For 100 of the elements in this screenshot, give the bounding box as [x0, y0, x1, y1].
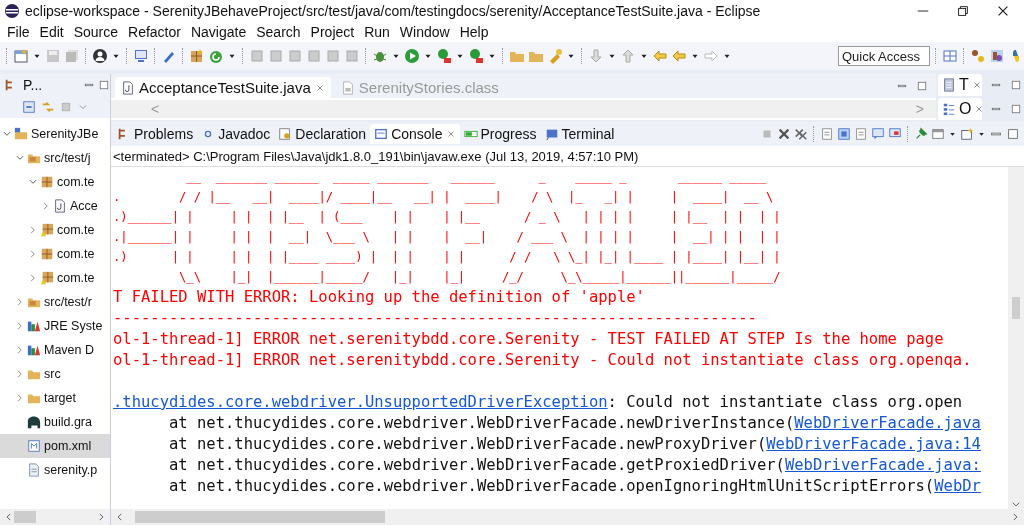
tree-item[interactable]: com.te: [0, 170, 110, 194]
class-file-icon: [340, 80, 355, 95]
tree-item[interactable]: Maven D: [0, 338, 110, 362]
tree-item[interactable]: SerenityJBe: [0, 122, 110, 146]
horizontal-scrollbar[interactable]: [0, 509, 110, 525]
ascii-art-line: __ _______ ______ _____ _______ ______ _ _____ _ ______ _____: [185, 169, 768, 186]
blank-square-icon[interactable]: [268, 48, 284, 64]
close-icon[interactable]: [996, 4, 1010, 18]
tree-item[interactable]: src/test/r: [0, 290, 110, 314]
package-icon[interactable]: [189, 48, 205, 64]
scroll-thumb[interactable]: [1012, 297, 1020, 319]
blank-square-icon[interactable]: [325, 48, 341, 64]
menu-item[interactable]: Source: [68, 24, 124, 40]
tree-item[interactable]: src/test/j: [0, 146, 110, 170]
vertical-scrollbar[interactable]: [1008, 167, 1024, 509]
tree-item[interactable]: pom.xml: [0, 434, 110, 458]
document-icon[interactable]: [820, 127, 834, 141]
console-line: at net.thucydides.core.webdriver.WebDriverFacade.getProxiedDriver(: [169, 456, 785, 474]
exception-link[interactable]: .thucydides.core.webdriver.UnsupportedDriverException: [113, 393, 608, 411]
view-tab[interactable]: Progress: [459, 124, 541, 144]
console-line: ol-1-thread-1] ERROR net.serenitybdd.core.Serenity - Could not instantiate class org.openqa.: [113, 350, 973, 371]
file-icon: [27, 463, 41, 477]
tab-close-icon[interactable]: [445, 129, 456, 139]
circle-square-icon[interactable]: [468, 48, 484, 64]
scroll-thumb[interactable]: [135, 511, 385, 523]
blank-square-icon[interactable]: [306, 48, 322, 64]
console-line: at net.thucydides.core.webdriver.WebDriverFacade.openIgnoringHtmlUnitScriptErrors(: [169, 477, 935, 495]
tree-item[interactable]: build.gra: [0, 410, 110, 434]
tree-item[interactable]: com.te: [0, 242, 110, 266]
window-title: eclipse-workspace - SerenityJBehaveProject/src/test/java/com/testingdocs/serenity/AcceptanceTestSuite.java - Eclipse: [25, 3, 762, 19]
console-line: : Could not instantiate class org.open: [607, 393, 963, 411]
new-window-icon[interactable]: [960, 127, 974, 141]
tree-item[interactable]: com.te: [0, 266, 110, 290]
scroll-left-icon[interactable]: [115, 512, 125, 522]
tab-close-icon[interactable]: [314, 82, 325, 93]
source-link[interactable]: WebDriverFacade.java: [794, 414, 981, 432]
menu-item[interactable]: Navigate: [185, 24, 252, 40]
source-link[interactable]: WebDriverFacade.java:: [784, 456, 981, 474]
view-tab[interactable]: Problems: [113, 124, 198, 144]
editor-tab[interactable]: AcceptanceTestSuite.java: [115, 77, 331, 98]
tree-item[interactable]: com.te: [0, 218, 110, 242]
monitor-icon[interactable]: [133, 48, 149, 64]
view-tab[interactable]: T: [938, 74, 982, 96]
scroll-down-icon[interactable]: [1011, 499, 1021, 509]
view-tab[interactable]: Console: [370, 124, 460, 144]
blank-square-icon[interactable]: [60, 101, 72, 113]
horizontal-scrollbar[interactable]: [111, 509, 1024, 525]
menu-item[interactable]: Help: [454, 24, 494, 40]
menu-item[interactable]: File: [2, 24, 35, 40]
maximize-icon[interactable]: [1010, 103, 1022, 115]
menu-item[interactable]: Run: [359, 24, 395, 40]
scroll-right-icon[interactable]: [1010, 512, 1020, 522]
menu-item[interactable]: Search: [251, 24, 306, 40]
x-icon[interactable]: [777, 127, 791, 141]
console-line: at net.thucydides.core.webdriver.WebDriverFacade.newDriverInstance(: [169, 414, 795, 432]
source-link[interactable]: WebDr: [934, 477, 981, 495]
menu-item[interactable]: Project: [305, 24, 360, 40]
menu-item[interactable]: Edit: [34, 24, 69, 40]
maximize-icon[interactable]: [1010, 79, 1022, 91]
maximize-icon[interactable]: [1006, 127, 1020, 141]
scroll-right-icon[interactable]: [96, 512, 106, 522]
tree-item[interactable]: target: [0, 386, 110, 410]
view-tab[interactable]: P...: [21, 77, 45, 93]
maximize-icon[interactable]: [916, 80, 928, 92]
menu-item[interactable]: Window: [394, 24, 455, 40]
console-line: ---------------------------------------------------------------------: [113, 308, 758, 329]
blank-square-icon[interactable]: [249, 48, 265, 64]
blank-square-icon[interactable]: [287, 48, 303, 64]
tree-item[interactable]: src: [0, 362, 110, 386]
view-tab[interactable]: Javadoc: [197, 124, 275, 144]
tree-item[interactable]: serenity.p: [0, 458, 110, 482]
speech-icon[interactable]: [871, 127, 885, 141]
pin-icon[interactable]: [914, 127, 928, 141]
tab-close-icon[interactable]: [971, 80, 982, 90]
menu-item[interactable]: Refactor: [123, 24, 186, 40]
circle-square-icon[interactable]: [436, 48, 452, 64]
disk-stack-icon[interactable]: [64, 48, 80, 64]
person-icon[interactable]: [92, 48, 108, 64]
double-x-icon[interactable]: [794, 127, 808, 141]
tree-item[interactable]: JRE Syste: [0, 314, 110, 338]
win-restore-icon[interactable]: [956, 4, 970, 18]
view-tab[interactable]: Terminal: [540, 124, 619, 144]
quick-access-field[interactable]: Quick Access: [838, 46, 930, 66]
link-icon[interactable]: [41, 100, 55, 114]
tab-close-icon[interactable]: [974, 104, 985, 114]
maximize-icon[interactable]: [98, 79, 110, 91]
view-tab[interactable]: Declaration: [274, 124, 371, 144]
grid-icon[interactable]: [942, 48, 958, 64]
scroll-left-icon[interactable]: [4, 512, 14, 522]
collapse-icon[interactable]: [22, 100, 36, 114]
task-list-icon: [942, 78, 956, 92]
document-icon[interactable]: [854, 127, 868, 141]
framed-document-icon[interactable]: [837, 127, 851, 141]
blank-square-icon[interactable]: [344, 48, 360, 64]
console-icon: [374, 127, 389, 141]
scroll-thumb[interactable]: [14, 511, 36, 523]
source-link[interactable]: WebDriverFacade.java:14: [766, 435, 981, 453]
view-tab[interactable]: O: [938, 98, 982, 120]
ascii-art-line: .) | | | | | |____ ____) | | | | | / / \ \_| |_| |____ | |____| |__| |: [113, 249, 782, 266]
tree-item[interactable]: Acce: [0, 194, 110, 218]
